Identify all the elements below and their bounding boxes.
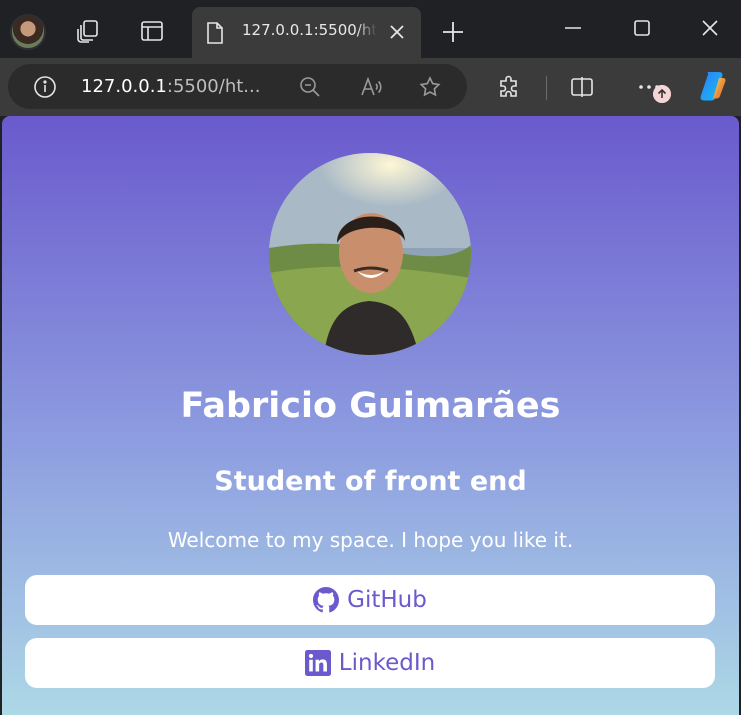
- address-url[interactable]: 127.0.0.1:5500/ht...: [81, 76, 260, 97]
- update-arrow-icon: [653, 85, 671, 103]
- linkedin-label: LinkedIn: [338, 650, 436, 676]
- minimize-icon[interactable]: [561, 16, 585, 40]
- close-icon[interactable]: [386, 21, 408, 43]
- address-bar[interactable]: 127.0.0.1:5500/ht...: [8, 64, 467, 109]
- github-link-button[interactable]: GitHub: [25, 575, 715, 625]
- close-window-icon[interactable]: [698, 16, 722, 40]
- maximize-icon[interactable]: [630, 16, 654, 40]
- profile-photo: [269, 153, 471, 355]
- split-screen-icon[interactable]: [569, 74, 595, 100]
- copilot-icon[interactable]: [695, 69, 729, 103]
- page-viewport: Fabricio Guimarães Student of front end …: [2, 116, 739, 715]
- toolbar-divider: [546, 76, 547, 100]
- favorite-star-icon[interactable]: [418, 75, 442, 99]
- tab-title: 127.0.0.1:5500/html: [242, 21, 377, 39]
- linkedin-icon: [304, 650, 331, 676]
- profile-role: Student of front end: [214, 466, 527, 497]
- vertical-tabs-icon[interactable]: [139, 18, 165, 44]
- profile-avatar[interactable]: [10, 14, 46, 50]
- github-icon: [313, 587, 340, 613]
- linkedin-link-button[interactable]: LinkedIn: [25, 638, 715, 688]
- workspaces-icon[interactable]: [75, 18, 101, 44]
- read-aloud-icon[interactable]: [359, 75, 383, 99]
- active-tab[interactable]: 127.0.0.1:5500/html: [192, 7, 421, 58]
- site-info-icon[interactable]: [33, 75, 57, 99]
- welcome-text: Welcome to my space. I hope you like it.: [167, 528, 574, 552]
- extensions-icon[interactable]: [497, 74, 523, 100]
- page-icon: [207, 22, 223, 44]
- title-bar: 127.0.0.1:5500/html: [0, 0, 741, 58]
- github-label: GitHub: [347, 587, 427, 613]
- browser-toolbar: 127.0.0.1:5500/ht...: [0, 58, 741, 116]
- zoom-out-icon[interactable]: [298, 75, 322, 99]
- new-tab-icon[interactable]: [440, 19, 466, 45]
- profile-name: Fabricio Guimarães: [180, 386, 561, 426]
